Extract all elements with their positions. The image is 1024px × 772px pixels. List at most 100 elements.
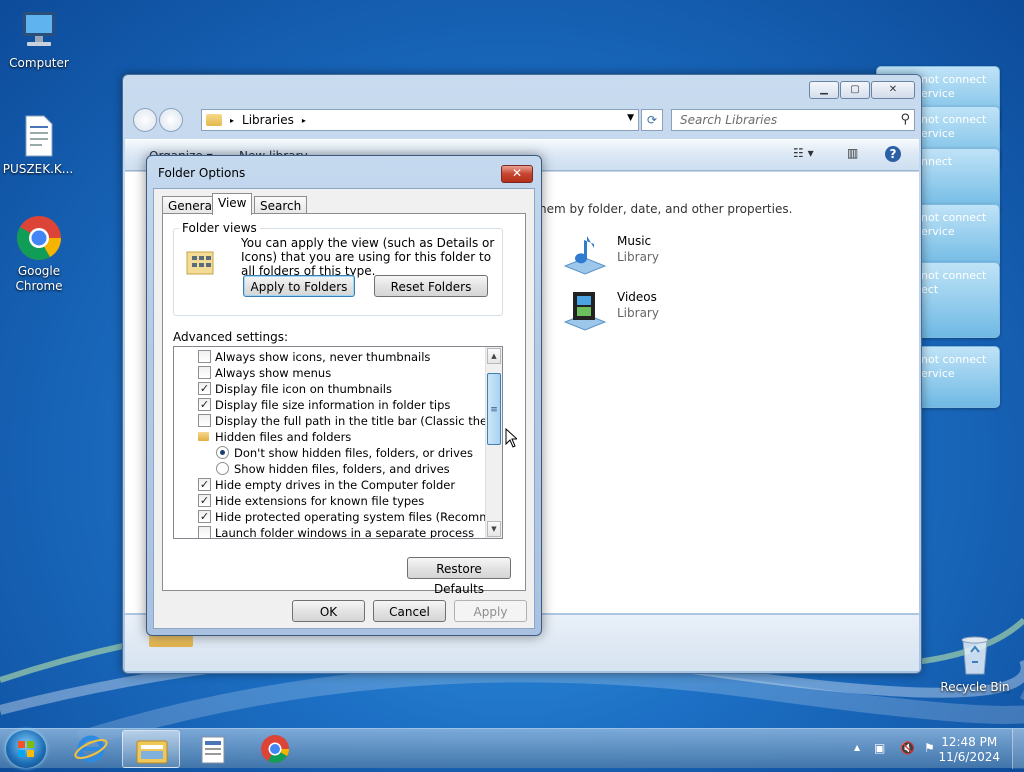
address-bar[interactable]: ▸ Libraries ▸ ▼: [201, 109, 639, 131]
popup-text: ect: [921, 283, 939, 296]
minimize-button[interactable]: ▁: [809, 81, 839, 99]
advanced-settings-list[interactable]: Launch folder windows in a separate proc…: [173, 346, 503, 539]
library-type: Library: [617, 250, 659, 264]
desktop-icon-puszek[interactable]: PUSZEK.K...: [0, 112, 76, 177]
setting-label: Hide extensions for known file types: [215, 494, 425, 508]
setting-label: Show hidden files, folders, and drives: [234, 462, 450, 476]
setting-checkbox[interactable]: [198, 414, 211, 427]
cancel-button[interactable]: Cancel: [373, 600, 446, 622]
mouse-cursor-icon: [505, 428, 517, 448]
taskbar-chrome[interactable]: [246, 730, 304, 768]
library-videos[interactable]: Videos Library: [561, 286, 761, 336]
view-tab-panel: Folder views You can apply the view (suc…: [162, 213, 526, 596]
apply-button[interactable]: Apply: [454, 600, 527, 622]
restore-defaults-button[interactable]: Restore Defaults: [407, 557, 511, 596]
view-options-icon[interactable]: ☷ ▾: [793, 146, 814, 160]
setting-checkbox[interactable]: [198, 526, 211, 538]
clock[interactable]: 12:48 PM 11/6/2024: [938, 735, 1000, 765]
taskbar-internet-explorer[interactable]: [62, 730, 120, 768]
setting-label: Hide empty drives in the Computer folder: [215, 478, 456, 492]
taskbar-explorer[interactable]: [122, 730, 180, 768]
library-type: Library: [617, 306, 659, 320]
breadcrumb-libraries[interactable]: Libraries: [242, 113, 294, 127]
setting-checkbox[interactable]: ✓: [198, 382, 211, 395]
library-music[interactable]: Music Library: [561, 230, 761, 280]
setting-checkbox[interactable]: [198, 366, 211, 379]
dialog-close-button[interactable]: ✕: [501, 165, 533, 183]
popup-text: not connect: [921, 269, 987, 282]
desktop-icon-chrome[interactable]: Google Chrome: [1, 214, 77, 294]
dialog-body: General View Search Folder views You can…: [153, 188, 535, 629]
library-name: Videos: [617, 290, 657, 304]
show-hidden-icons-button[interactable]: ▲: [854, 743, 860, 752]
reset-folders-button[interactable]: Reset Folders: [374, 275, 488, 297]
setting-label: Display file size information in folder …: [215, 398, 451, 412]
popup-text: ervice: [921, 225, 955, 238]
search-icon[interactable]: ⚲: [900, 112, 910, 127]
setting-label: Always show menus: [215, 366, 332, 380]
setting-checkbox[interactable]: [198, 350, 211, 363]
popup-text: ervice: [921, 367, 955, 380]
setting-label: Always show icons, never thumbnails: [215, 350, 431, 364]
search-placeholder: Search Libraries: [680, 113, 778, 127]
tab-view[interactable]: View: [212, 193, 253, 215]
desktop-icon-recycle[interactable]: Recycle Bin: [937, 630, 1013, 695]
desktop-icon-label: Google Chrome: [15, 264, 63, 293]
breadcrumb-arrow[interactable]: ▸: [302, 116, 306, 125]
network-icon[interactable]: ▣: [874, 741, 885, 755]
scroll-thumb[interactable]: ≡: [487, 373, 501, 445]
refresh-button[interactable]: ⟳: [641, 109, 663, 131]
back-button[interactable]: [133, 108, 157, 132]
desktop-icon-label: PUSZEK.K...: [2, 162, 74, 176]
popup-text: not connect: [921, 73, 987, 86]
setting-checkbox[interactable]: ✓: [198, 398, 211, 411]
dialog-title: Folder Options: [158, 166, 246, 180]
help-icon[interactable]: ?: [885, 146, 901, 162]
setting-checkbox[interactable]: ✓: [198, 478, 211, 491]
breadcrumb-arrow[interactable]: ▸: [230, 116, 234, 125]
popup-text: ervice: [921, 87, 955, 100]
setting-label: Hide protected operating system files (R…: [215, 510, 503, 524]
folder-views-description: You can apply the view (such as Details …: [241, 236, 495, 278]
tab-search[interactable]: Search: [254, 196, 308, 214]
close-button[interactable]: ✕: [871, 81, 915, 99]
setting-radio[interactable]: [216, 462, 229, 475]
caption-buttons: ▁ ▢ ✕: [809, 81, 915, 99]
advanced-settings-label: Advanced settings:: [173, 330, 288, 344]
taskbar: ▲ ▣ 🔇 ⚑ 12:48 PM 11/6/2024: [0, 728, 1024, 769]
scroll-down-button[interactable]: ▼: [487, 521, 501, 537]
ok-button[interactable]: OK: [292, 600, 365, 622]
popup-text: ervice: [921, 127, 955, 140]
maximize-button[interactable]: ▢: [840, 81, 870, 99]
preview-pane-icon[interactable]: ▥: [847, 146, 858, 160]
volume-muted-icon[interactable]: 🔇: [900, 741, 915, 755]
setting-label: Hidden files and folders: [215, 430, 352, 444]
library-name: Music: [617, 234, 652, 248]
videos-icon: [561, 286, 609, 334]
document-icon: [14, 112, 62, 160]
popup-text: not connect: [921, 211, 987, 224]
document-icon: [201, 736, 225, 764]
forward-button[interactable]: [159, 108, 183, 132]
apply-to-folders-button[interactable]: Apply to Folders: [243, 275, 355, 297]
action-center-flag-icon[interactable]: ⚑: [924, 741, 935, 755]
desktop-icon-computer[interactable]: Computer: [1, 6, 77, 71]
folder-options-dialog[interactable]: Folder Options ✕ General View Search Fol…: [146, 155, 542, 636]
taskbar-document-viewer[interactable]: [184, 730, 242, 768]
library-hint: hem by folder, date, and other propertie…: [539, 202, 793, 216]
folder-icon: [198, 432, 209, 441]
desktop-icon-label: Computer: [9, 56, 69, 70]
music-icon: [561, 230, 609, 278]
setting-checkbox[interactable]: ✓: [198, 510, 211, 523]
setting-label: Display file icon on thumbnails: [215, 382, 392, 396]
advanced-settings-scrollbar[interactable]: ▲ ≡ ▼: [485, 347, 502, 538]
search-input[interactable]: Search Libraries ⚲: [671, 109, 915, 131]
navigation-bar: ▸ Libraries ▸ ▼ ⟳ Search Libraries ⚲: [129, 107, 915, 133]
address-dropdown-icon[interactable]: ▼: [627, 113, 634, 123]
setting-checkbox[interactable]: ✓: [198, 494, 211, 507]
show-desktop-button[interactable]: [1012, 729, 1024, 769]
start-button[interactable]: [6, 730, 46, 768]
folder-views-icon: [185, 246, 217, 278]
setting-radio[interactable]: [216, 446, 229, 459]
scroll-up-button[interactable]: ▲: [487, 348, 501, 364]
